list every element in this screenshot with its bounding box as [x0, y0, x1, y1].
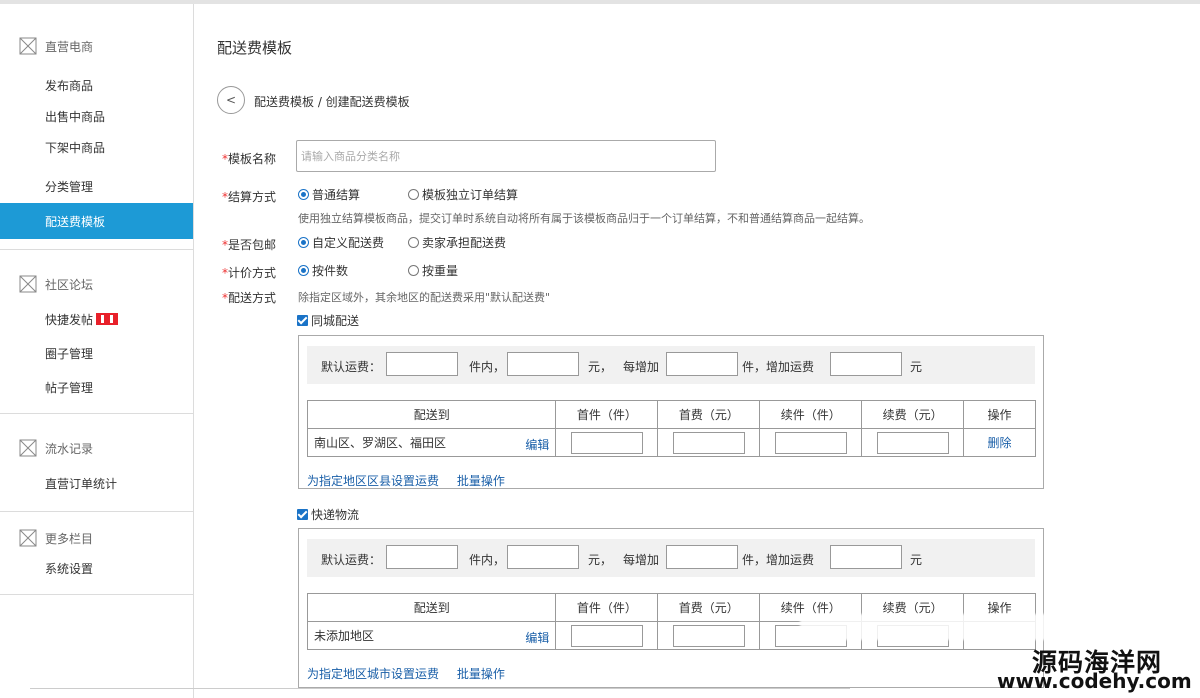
first-fee-input[interactable] [672, 624, 745, 647]
set-city-fee-link[interactable]: 为指定地区城市设置运费 [307, 667, 439, 681]
local-delivery-panel: 默认运费： 件内， 元， 每增加 件，增加运费 元 配送到 首件（件） 首费（元… [298, 335, 1044, 489]
local-delivery-checkbox[interactable]: 同城配送 [297, 312, 359, 329]
edit-region-link[interactable]: 编辑 [525, 436, 549, 453]
sidebar-item-label: 快捷发帖 [45, 312, 94, 327]
radio-unchecked-icon [408, 265, 419, 276]
pricing-label: *计价方式 [222, 266, 277, 280]
sidebar-section-community: 社区论坛 快捷发帖 圈子管理 帖子管理 [0, 250, 193, 414]
sidebar-section-ecommerce: 直营电商 发布商品 出售中商品 下架中商品 分类管理 配送费模板 [0, 4, 193, 250]
local-panel-links: 为指定地区区县设置运费 批量操作 [307, 472, 519, 489]
default-pieces-input[interactable] [386, 352, 458, 376]
sidebar-section-title: 更多栏目 [45, 531, 94, 546]
by-piece-radio[interactable]: 按件数 [298, 262, 348, 279]
first-pieces-input[interactable] [570, 431, 643, 454]
default-fee-bar: 默认运费： 件内， 元， 每增加 件，增加运费 元 [307, 539, 1035, 577]
delivery-hint: 除指定区域外，其余地区的配送费采用"默认配送费" [298, 291, 551, 304]
add-pieces-input[interactable] [666, 352, 738, 376]
sidebar-section-header[interactable]: 流水记录 [0, 430, 193, 466]
sidebar-item-order-stats[interactable]: 直营订单统计 [0, 466, 193, 500]
hot-badge-icon [96, 313, 119, 325]
default-fee-bar: 默认运费： 件内， 元， 每增加 件，增加运费 元 [307, 346, 1035, 384]
template-name-label: *模板名称 [222, 152, 277, 166]
seller-pays-radio[interactable]: 卖家承担配送费 [408, 234, 506, 251]
sidebar-item-off-shelf[interactable]: 下架中商品 [0, 132, 193, 163]
sidebar-section-header[interactable]: 社区论坛 [0, 266, 193, 302]
watermark-blur [800, 614, 1158, 640]
batch-operation-link[interactable]: 批量操作 [457, 474, 505, 488]
sidebar-section-header[interactable]: 更多栏目 [0, 520, 193, 556]
sidebar: 直营电商 发布商品 出售中商品 下架中商品 分类管理 配送费模板 社区论坛 快捷… [0, 4, 194, 698]
table-row: 南山区、罗湖区、福田区 编辑 删除 [306, 428, 1036, 457]
sidebar-section-title: 流水记录 [45, 441, 94, 456]
sidebar-section-more: 更多栏目 系统设置 [0, 512, 193, 595]
express-panel-links: 为指定地区城市设置运费 批量操作 [307, 665, 519, 682]
local-fee-table: 配送到 首件（件） 首费（元） 续件（件） 续费（元） 操作 南山区、罗湖区、福… [306, 400, 1036, 457]
express-panel: 默认运费： 件内， 元， 每增加 件，增加运费 元 配送到 首件（件） 首费（元… [298, 528, 1044, 688]
sidebar-item-category[interactable]: 分类管理 [0, 169, 193, 203]
extra-pieces-input[interactable] [774, 431, 847, 454]
section-box-icon [19, 439, 37, 457]
settle-normal-radio[interactable]: 普通结算 [298, 186, 360, 203]
free-shipping-label: *是否包邮 [222, 238, 277, 252]
default-fee-input[interactable] [507, 352, 579, 376]
sidebar-item-publish[interactable]: 发布商品 [0, 70, 193, 101]
sidebar-section-header[interactable]: 直营电商 [0, 28, 193, 64]
radio-checked-icon [298, 265, 309, 276]
custom-fee-radio[interactable]: 自定义配送费 [298, 234, 384, 251]
first-pieces-input[interactable] [570, 624, 643, 647]
sidebar-item-posts[interactable]: 帖子管理 [0, 370, 193, 404]
add-pieces-input[interactable] [666, 545, 738, 569]
sidebar-item-circles[interactable]: 圈子管理 [0, 336, 193, 370]
default-fee-input[interactable] [507, 545, 579, 569]
radio-checked-icon [298, 189, 309, 200]
checkbox-checked-icon [297, 509, 308, 520]
settle-independent-radio[interactable]: 模板独立订单结算 [408, 186, 518, 203]
sidebar-item-delivery-template[interactable]: 配送费模板 [0, 203, 193, 239]
page-title: 配送费模板 [217, 39, 293, 57]
add-fee-input[interactable] [830, 545, 902, 569]
section-box-icon [19, 37, 37, 55]
region-text: 未添加地区 [314, 629, 375, 643]
checkbox-checked-icon [297, 315, 308, 326]
sidebar-item-quick-post[interactable]: 快捷发帖 [0, 302, 193, 336]
radio-unchecked-icon [408, 189, 419, 200]
sidebar-section-records: 流水记录 直营订单统计 [0, 414, 193, 512]
batch-operation-link[interactable]: 批量操作 [457, 667, 505, 681]
edit-region-link[interactable]: 编辑 [525, 629, 549, 646]
delete-row-link[interactable]: 删除 [988, 436, 1012, 450]
template-name-input[interactable] [296, 140, 716, 172]
main-content: 配送费模板 < 配送费模板 / 创建配送费模板 *模板名称 *结算方式 普通结算… [195, 4, 1200, 698]
first-fee-input[interactable] [672, 431, 745, 454]
radio-checked-icon [298, 237, 309, 248]
sidebar-item-on-sale[interactable]: 出售中商品 [0, 101, 193, 132]
by-weight-radio[interactable]: 按重量 [408, 262, 458, 279]
sidebar-section-title: 社区论坛 [45, 277, 94, 292]
extra-fee-input[interactable] [876, 431, 949, 454]
breadcrumb: 配送费模板 / 创建配送费模板 [254, 95, 410, 109]
default-pieces-input[interactable] [386, 545, 458, 569]
set-district-fee-link[interactable]: 为指定地区区县设置运费 [307, 474, 439, 488]
region-text: 南山区、罗湖区、福田区 [314, 436, 447, 450]
radio-unchecked-icon [408, 237, 419, 248]
add-fee-input[interactable] [830, 352, 902, 376]
express-checkbox[interactable]: 快递物流 [297, 506, 359, 523]
sidebar-item-system-settings[interactable]: 系统设置 [0, 556, 193, 580]
section-box-icon [19, 529, 37, 547]
settlement-label: *结算方式 [222, 190, 277, 204]
watermark-url: www.codehy.com [997, 669, 1192, 693]
bottom-divider [30, 688, 850, 689]
section-box-icon [19, 275, 37, 293]
sidebar-section-title: 直营电商 [45, 39, 94, 54]
settlement-hint: 使用独立结算模板商品，提交订单时系统自动将所有属于该模板商品归于一个订单结算，不… [298, 212, 870, 225]
table-header-row: 配送到 首件（件） 首费（元） 续件（件） 续费（元） 操作 [306, 400, 1036, 429]
delivery-method-label: *配送方式 [222, 291, 277, 305]
back-button[interactable]: < [217, 86, 245, 114]
